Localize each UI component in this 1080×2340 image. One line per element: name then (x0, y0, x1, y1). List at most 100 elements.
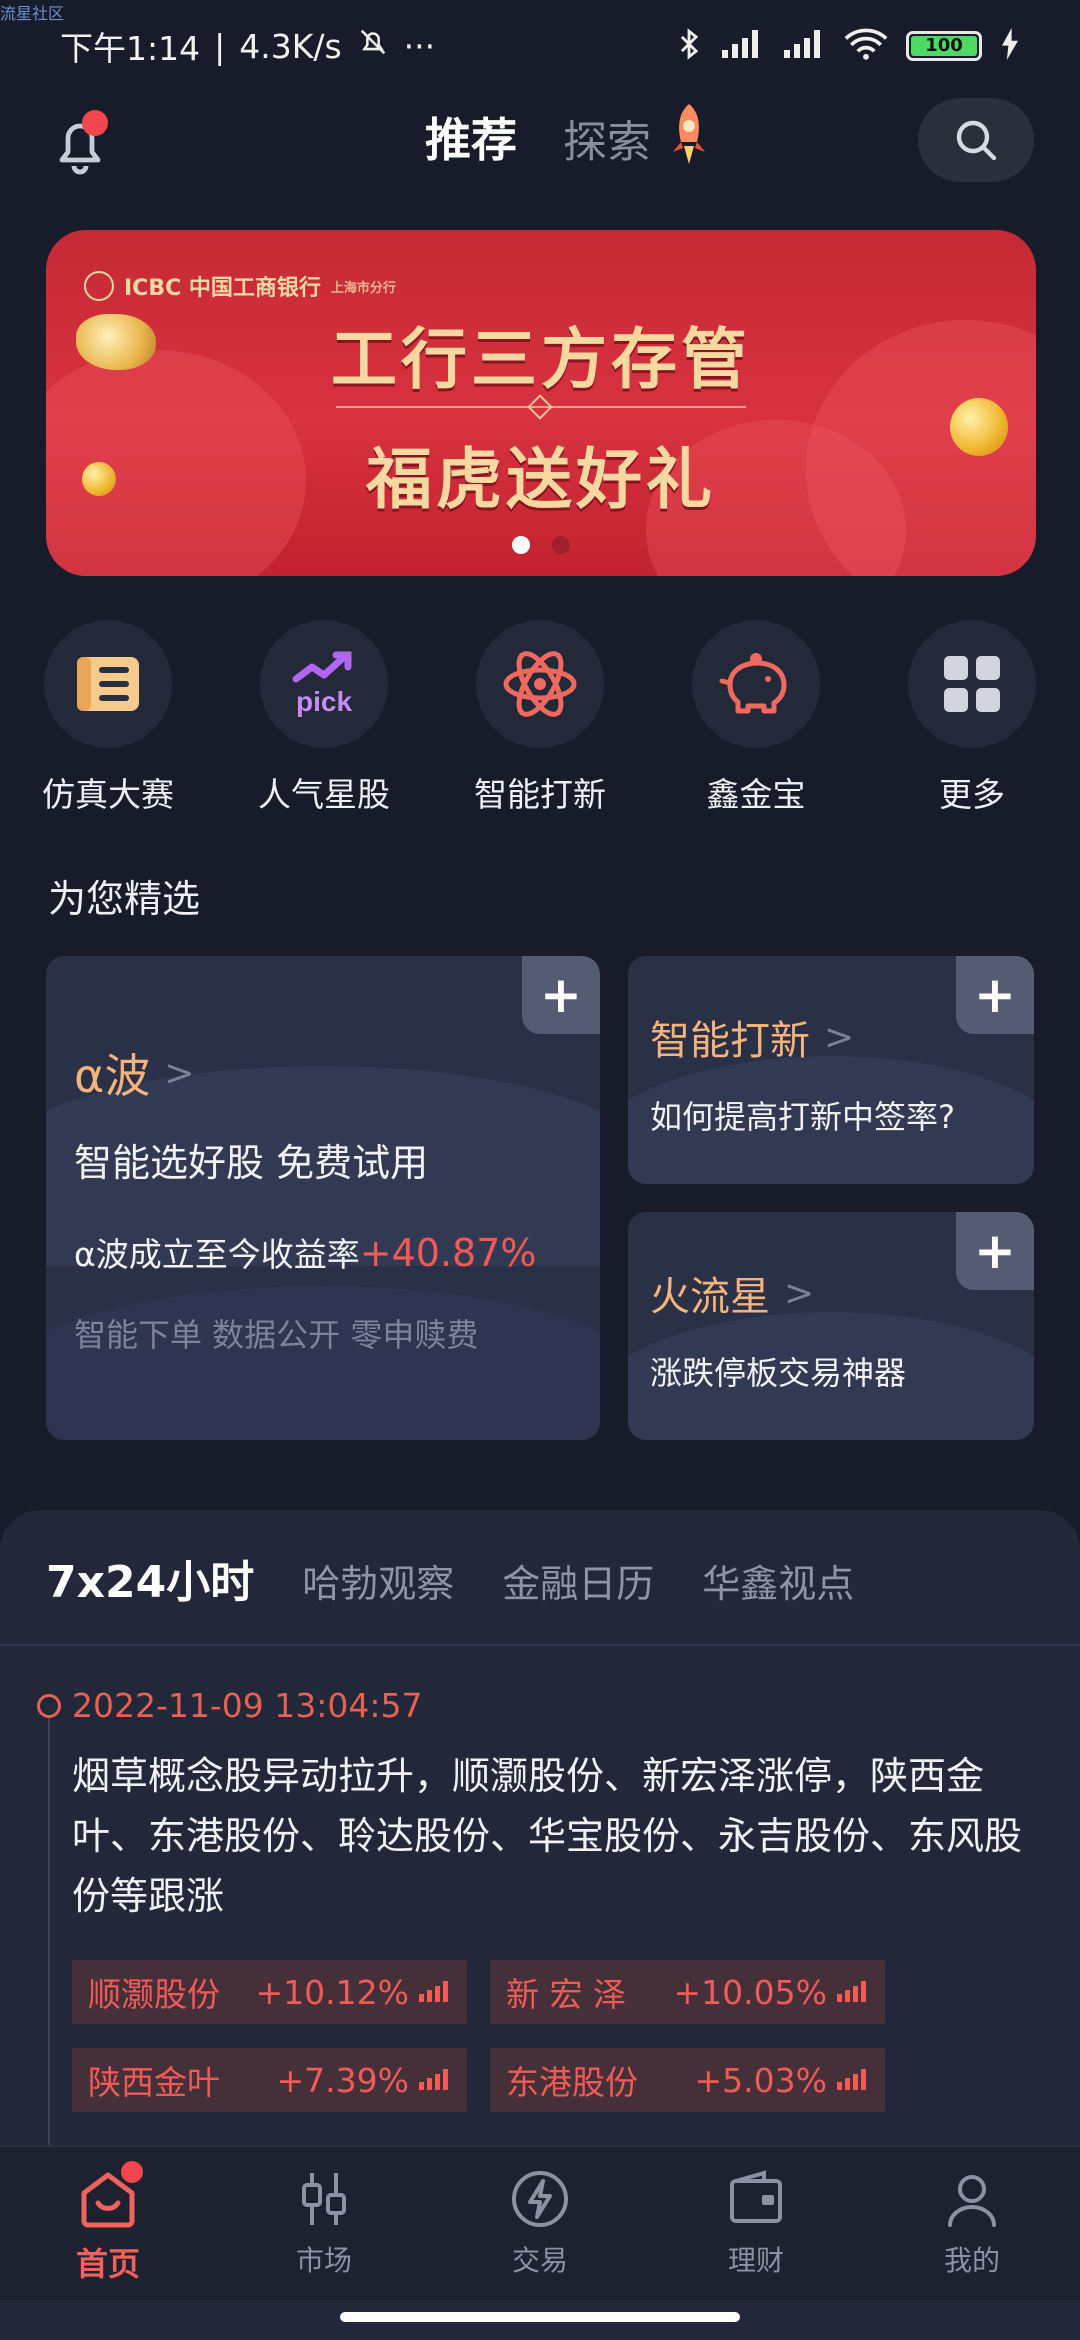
card-subtitle: 如何提高打新中签率? (650, 1098, 955, 1136)
shortcut-popular-stocks[interactable]: pick 人气星股 (224, 620, 424, 816)
carousel-indicator (46, 536, 1036, 554)
stock-name: 东港股份 (506, 2063, 638, 2102)
trend-up-icon (417, 2061, 451, 2100)
bank-name: ICBC 中国工商银行 (124, 276, 321, 301)
nav-label: 理财 (727, 2244, 784, 2277)
add-button[interactable]: + (956, 1212, 1034, 1290)
card-title[interactable]: α波 > (74, 1040, 195, 1106)
trade-icon (508, 2167, 572, 2231)
return-rate-label: α波成立至今收益率 (74, 1235, 360, 1274)
rocket-icon (666, 102, 712, 168)
nav-label: 首页 (75, 2245, 140, 2283)
stock-name: 新 宏 泽 (506, 1975, 626, 2014)
card-subtitle: 智能选好股 免费试用 (74, 1141, 429, 1185)
tab-hubble[interactable]: 哈勃观察 (302, 1553, 454, 1608)
wifi-icon (844, 27, 888, 66)
atom-icon (476, 620, 604, 748)
news-timestamp: 2022-11-09 13:04:57 (72, 1686, 423, 1725)
nav-trade[interactable]: 交易 (465, 2167, 615, 2279)
tab-explore[interactable]: 探索 (563, 106, 651, 170)
shortcut-xinjinbao[interactable]: 鑫金宝 (656, 620, 856, 816)
alpha-wave-card[interactable]: + α波 > 智能选好股 免费试用 α波成立至今收益率+40.87% 智能下单 … (46, 956, 600, 1440)
nav-market[interactable]: 市场 (249, 2167, 399, 2279)
card-title-text: 火流星 (650, 1274, 770, 1320)
shortcut-label: 人气星股 (258, 775, 390, 814)
tab-viewpoint[interactable]: 华鑫视点 (702, 1553, 854, 1608)
shortcut-label: 智能打新 (474, 775, 606, 814)
shortcut-simulation-contest[interactable]: 仿真大赛 (8, 620, 208, 816)
trend-up-icon (835, 1973, 869, 2012)
top-header: 推荐 探索 (0, 92, 1080, 222)
shortcut-smart-ipo[interactable]: 智能打新 (440, 620, 640, 816)
card-title[interactable]: 火流星 > (650, 1264, 814, 1322)
nav-wealth[interactable]: 理财 (681, 2167, 831, 2279)
nav-profile[interactable]: 我的 (897, 2167, 1047, 2279)
home-indicator[interactable] (340, 2312, 740, 2322)
svg-text:pick: pick (296, 686, 352, 717)
wallet-icon (724, 2167, 788, 2231)
news-tabs: 7x24小时 哈勃观察 金融日历 华鑫视点 (46, 1546, 854, 1610)
plus-icon: + (974, 966, 1016, 1024)
bottom-nav: 首页 市场 交易 理财 我的 (0, 2145, 1080, 2300)
gold-coin-icon (950, 398, 1008, 456)
stock-change: +10.12% (255, 1972, 409, 2012)
list-icon (44, 620, 172, 748)
status-speed: 4.3K/s (239, 26, 342, 66)
stock-chip[interactable]: 东港股份 +5.03% (490, 2048, 885, 2112)
shortcut-more[interactable]: 更多 (872, 620, 1072, 816)
add-button[interactable]: + (956, 956, 1034, 1034)
piggy-bank-icon (692, 620, 820, 748)
banner-headline: 工行三方存管 (331, 321, 751, 398)
banner-subheadline: 福虎送好礼 (366, 441, 716, 518)
tab-recommend[interactable]: 推荐 (425, 104, 517, 170)
promo-banner[interactable]: ICBC 中国工商银行 上海市分行 工行三方存管 福虎送好礼 (46, 230, 1036, 576)
nav-label: 市场 (295, 2244, 352, 2277)
charging-icon (1000, 27, 1020, 65)
gold-coin-icon (76, 314, 156, 370)
news-body[interactable]: 烟草概念股异动拉升，顺灏股份、新宏泽涨停，陕西金叶、东港股份、聆达股份、华宝股份… (72, 1746, 1052, 1926)
stock-chip[interactable]: 新 宏 泽 +10.05% (490, 1960, 885, 2024)
trend-up-icon (417, 1973, 451, 2012)
icbc-logo-icon (84, 271, 114, 301)
gold-coin-icon (82, 462, 116, 496)
card-title-text: 智能打新 (650, 1018, 810, 1064)
chevron-right-icon: > (164, 1052, 195, 1094)
carousel-dot-active[interactable] (512, 536, 530, 554)
tab-7x24[interactable]: 7x24小时 (46, 1546, 254, 1610)
plus-icon: + (540, 966, 582, 1024)
card-title[interactable]: 智能打新 > (650, 1008, 854, 1066)
stock-chip[interactable]: 顺灏股份 +10.12% (72, 1960, 467, 2024)
meteor-card[interactable]: + 火流星 > 涨跌停板交易神器 (628, 1212, 1034, 1440)
carousel-dot[interactable] (552, 536, 570, 554)
shortcut-grid: 仿真大赛 pick 人气星股 智能打新 鑫金宝 更多 (0, 620, 1080, 820)
section-title: 为您精选 (48, 877, 201, 921)
return-rate-row: α波成立至今收益率+40.87% (74, 1228, 537, 1276)
tab-calendar[interactable]: 金融日历 (502, 1553, 654, 1608)
profile-icon (940, 2167, 1004, 2231)
stock-change: +7.39% (276, 2060, 409, 2100)
bank-logo: ICBC 中国工商银行 上海市分行 (84, 270, 396, 302)
status-time: 下午1:14 (60, 29, 201, 68)
nav-label: 交易 (511, 2244, 568, 2277)
nav-home[interactable]: 首页 (33, 2161, 183, 2285)
stock-chip[interactable]: 陕西金叶 +7.39% (72, 2048, 467, 2112)
timeline-line (48, 1706, 50, 2166)
grid-icon (908, 620, 1036, 748)
smart-ipo-card[interactable]: + 智能打新 > 如何提高打新中签率? (628, 956, 1034, 1184)
stock-name: 顺灏股份 (88, 1975, 220, 2014)
shortcut-label: 鑫金宝 (706, 775, 806, 814)
signal-icon (782, 28, 826, 65)
stock-name: 陕西金叶 (88, 2063, 220, 2102)
mute-icon (356, 25, 390, 67)
trend-up-icon (835, 2061, 869, 2100)
shortcut-label: 更多 (939, 775, 1005, 814)
status-more: ··· (403, 26, 436, 66)
card-title-text: α波 (74, 1049, 151, 1103)
bluetooth-icon (676, 27, 702, 66)
search-button[interactable] (918, 98, 1034, 182)
add-button[interactable]: + (522, 956, 600, 1034)
market-icon (292, 2167, 356, 2231)
chevron-right-icon: > (784, 1272, 815, 1314)
card-subtitle: 涨跌停板交易神器 (650, 1354, 907, 1392)
nav-label: 我的 (943, 2244, 1000, 2277)
